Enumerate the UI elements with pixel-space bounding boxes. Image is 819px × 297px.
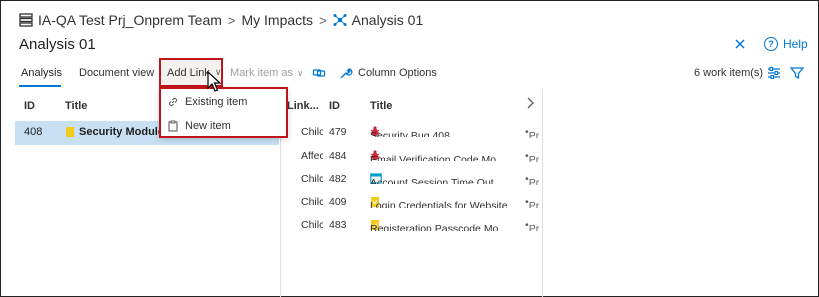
right-table-header: Link... ID Title [282,93,542,119]
row-title[interactable]: Security Bug 408 [370,126,520,137]
chevron-down-icon: ∨ [296,67,304,78]
tab-document-label: Document view [79,67,155,79]
row-title[interactable]: Email Verification Code Mo... [370,150,520,161]
row-state-text: Pr [528,154,540,162]
page-title: Analysis 01 [19,36,96,53]
work-item-count-label: 6 work item(s) [694,67,764,79]
chevron-right-icon[interactable] [525,96,535,113]
row-state: • Pr [525,196,541,208]
filter-icon[interactable] [790,58,804,88]
row-id: 484 [329,150,347,162]
column-options-label: Column Options [358,67,437,79]
toolbar: Analysis Document view Add Link ∨ Mark i… [1,58,818,88]
tab-analysis-label: Analysis [21,67,62,79]
tab-analysis[interactable]: Analysis [21,58,62,88]
wrench-icon [340,68,353,79]
row-state-text: Pr [528,200,540,208]
mark-item-button[interactable]: Mark item as ∨ [230,58,304,88]
column-header-id[interactable]: ID [24,100,35,112]
table-row[interactable]: Chilc 409 Login Credentials for Website • P… [282,192,542,215]
work-item-count: 6 work item(s) [694,58,763,88]
breadcrumb-separator: > [227,12,236,28]
help-label: Help [783,37,808,51]
row-title-text: Account Session Time Out [370,177,494,184]
impact-network-icon [333,13,347,27]
row-title[interactable]: Registeration Passcode Mo... [370,219,520,231]
column-header-title[interactable]: Title [65,100,87,112]
user-story-icon [66,127,74,137]
row-link-type: Chilc [301,196,323,208]
window-frame: IA-QA Test Prj_Onprem Team > My Impacts … [0,0,819,297]
breadcrumb-project[interactable]: IA-QA Test Prj_Onprem Team [38,12,222,28]
mouse-cursor-icon [207,70,222,98]
breadcrumb-separator: > [319,12,327,28]
row-link-type: Affec [301,150,323,162]
tab-document-view[interactable]: Document view [79,58,154,88]
table-row[interactable]: Affec 484 Email Verification Code Mo... • P… [282,146,542,169]
row-state: • Pr [525,173,541,185]
menu-item-new-label: New item [185,120,231,132]
row-id: 482 [329,173,347,185]
pane-divider[interactable] [542,89,543,297]
column-header-link[interactable]: Link... [287,100,319,112]
link-icon [168,97,178,107]
table-row[interactable]: Chilc 482 Account Session Time Out • Pr [282,169,542,192]
add-link-label: Add Link [167,66,210,79]
row-title-text: Email Verification Code Mo... [370,154,505,161]
mark-item-label: Mark item as [230,67,293,79]
row-state: • Pr [525,126,541,138]
table-row[interactable]: Chilc 483 Registeration Passcode Mo... • Pr [282,215,542,238]
column-header-title[interactable]: Title [370,100,392,112]
row-title[interactable]: Login Credentials for Website [370,196,520,208]
row-state-text: Pr [528,223,540,231]
row-state: • Pr [525,150,541,162]
view-settings-icon[interactable] [767,58,781,88]
close-icon[interactable] [733,37,749,53]
breadcrumb: IA-QA Test Prj_Onprem Team > My Impacts … [19,10,423,30]
help-button[interactable]: ? Help [764,37,808,51]
row-title-text: Security Bug 408 [370,130,450,137]
add-link-menu: Existing item New item [159,87,288,138]
breadcrumb-current: Analysis 01 [351,12,424,28]
row-link-type: Chilc [301,219,323,231]
row-id: 483 [329,219,347,231]
row-link-type: Chilc [301,126,323,138]
active-tab-indicator [19,85,61,87]
row-title-text: Login Credentials for Website [370,200,508,208]
help-icon: ? [764,37,778,51]
row-state: • Pr [525,219,541,231]
row-state-text: Pr [528,130,540,138]
row-state-text: Pr [528,177,540,185]
column-options-button[interactable]: Column Options [339,58,437,88]
row-title-text: Registeration Passcode Mo... [370,223,508,231]
menu-item-new[interactable]: New item [167,117,231,135]
row-link-type: Chilc [301,173,323,185]
row-id: 408 [24,126,43,138]
row-id: 409 [329,196,347,208]
row-id: 479 [329,126,347,138]
link-items-icon[interactable] [312,58,326,88]
board-icon [19,13,33,27]
table-row[interactable]: Chilc 479 Security Bug 408 • Pr [282,122,542,145]
breadcrumb-section[interactable]: My Impacts [241,12,313,28]
clipboard-icon [168,120,178,132]
column-header-id[interactable]: ID [329,100,340,112]
row-title[interactable]: Account Session Time Out [370,173,520,184]
